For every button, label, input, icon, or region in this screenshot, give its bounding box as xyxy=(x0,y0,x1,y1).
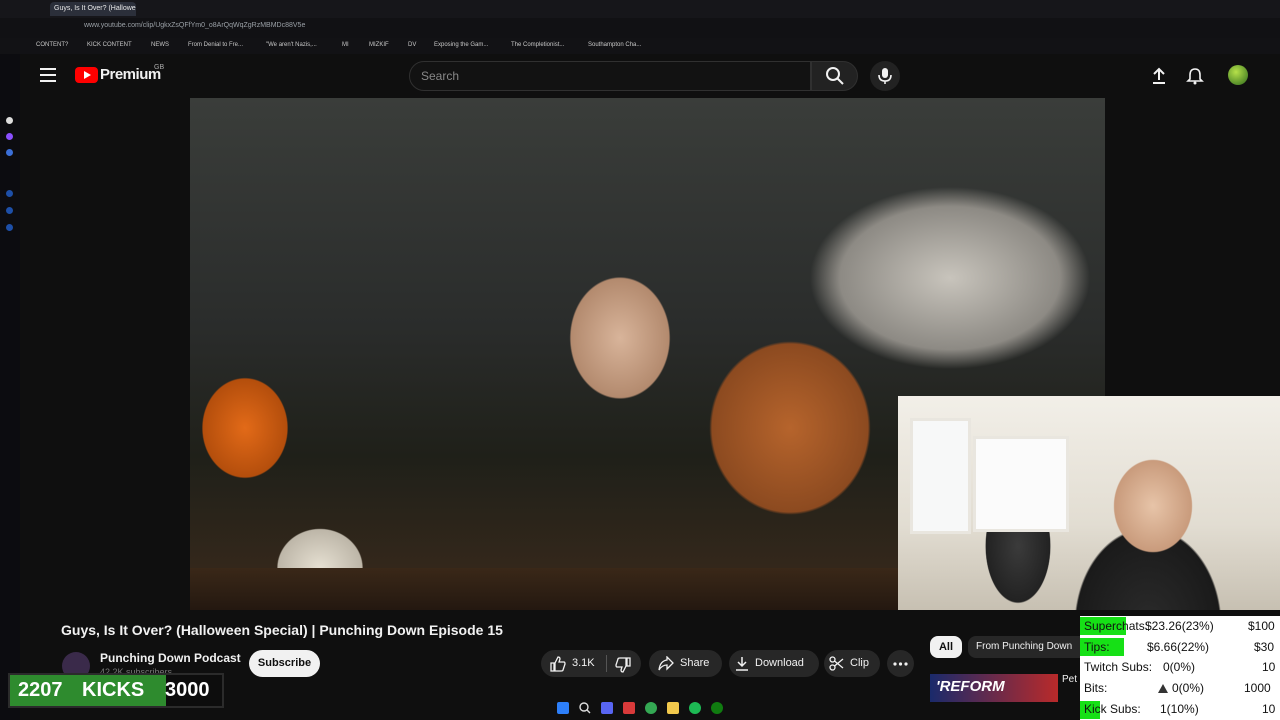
spotify-icon[interactable] xyxy=(689,702,701,714)
browser-sidebar xyxy=(0,0,20,720)
like-divider xyxy=(606,655,607,672)
video-title: Guys, Is It Over? (Halloween Special) | … xyxy=(61,622,503,638)
sidebar-app-icon[interactable] xyxy=(6,133,13,140)
stat-value: $23.26(23%) xyxy=(1145,619,1214,633)
webcam-window xyxy=(910,418,971,534)
recommended-video-title[interactable]: Pet xyxy=(1062,674,1077,685)
bookmark-item[interactable]: MI xyxy=(342,42,349,48)
clip-label: Clip xyxy=(850,657,869,669)
logo-text[interactable]: Premium xyxy=(100,66,161,83)
kicks-label: KICKS xyxy=(82,679,145,701)
share-label: Share xyxy=(680,657,710,669)
stat-label: Twitch Subs: xyxy=(1084,660,1153,674)
account-avatar[interactable] xyxy=(1228,65,1248,85)
download-button[interactable]: Download xyxy=(729,650,819,677)
chip-all[interactable]: All xyxy=(930,636,962,658)
search-input[interactable]: Search xyxy=(409,61,811,91)
bookmark-item[interactable]: Southampton Cha... xyxy=(588,42,641,48)
clip-button[interactable]: Clip xyxy=(824,650,880,677)
more-horizontal-icon xyxy=(893,662,908,666)
stat-label: Superchats: xyxy=(1084,619,1149,633)
logo-region: GB xyxy=(154,64,165,71)
xbox-icon[interactable] xyxy=(711,702,723,714)
search-icon xyxy=(826,67,844,85)
more-actions-button[interactable] xyxy=(887,650,914,677)
sidebar-app-icon[interactable] xyxy=(6,224,13,231)
stat-goal: 10 xyxy=(1262,702,1276,716)
scissors-icon xyxy=(829,656,844,671)
subscribe-button[interactable]: Subscribe xyxy=(249,650,320,677)
bookmark-item[interactable]: CONTENT? xyxy=(36,42,68,48)
stat-goal: 10 xyxy=(1262,660,1276,674)
bookmark-item[interactable]: DV xyxy=(408,42,416,48)
webcam-overlay xyxy=(898,396,1280,610)
bookmark-item[interactable]: Exposing the Gam... xyxy=(434,42,488,48)
chip-from-channel[interactable]: From Punching Down xyxy=(968,636,1088,658)
download-icon xyxy=(736,657,748,671)
opera-icon[interactable] xyxy=(623,702,635,714)
bookmark-item[interactable]: MIZKIF xyxy=(369,42,389,48)
stat-value: 1(10%) xyxy=(1160,702,1199,716)
browser-tab-active[interactable]: Guys, Is It Over? (Hallowe xyxy=(50,2,136,16)
share-icon xyxy=(658,656,674,671)
thumbs-up-icon[interactable] xyxy=(550,656,566,672)
voice-search-button[interactable] xyxy=(870,61,900,91)
stat-goal: $30 xyxy=(1254,640,1275,654)
sidebar-app-icon[interactable] xyxy=(6,117,13,124)
bookmark-item[interactable]: The Completionist... xyxy=(511,42,564,48)
like-count[interactable]: 3.1K xyxy=(572,657,595,669)
hamburger-menu-icon[interactable] xyxy=(40,68,56,82)
bookmark-item[interactable]: "We aren't Nazis,... xyxy=(266,42,317,48)
triangle-icon xyxy=(1158,684,1168,693)
bookmark-item[interactable]: NEWS xyxy=(151,42,169,48)
discord-icon[interactable] xyxy=(601,702,613,714)
stat-value: $6.66(22%) xyxy=(1147,640,1210,654)
stat-label: Tips: xyxy=(1084,640,1110,654)
stat-label: Kick Subs: xyxy=(1084,702,1141,716)
sidebar-messenger-icon[interactable] xyxy=(6,149,13,156)
channel-name[interactable]: Punching Down Podcast xyxy=(100,651,241,665)
bookmark-item[interactable]: From Denial to Fre... xyxy=(188,42,243,48)
file-explorer-icon[interactable] xyxy=(667,702,679,714)
chrome-icon[interactable] xyxy=(645,702,657,714)
taskbar-search-icon[interactable] xyxy=(579,702,591,714)
stat-value: 0(0%) xyxy=(1163,660,1196,674)
stat-label: Bits: xyxy=(1084,681,1108,695)
share-button[interactable]: Share xyxy=(649,650,722,677)
download-label: Download xyxy=(755,657,804,669)
youtube-logo-icon[interactable] xyxy=(75,67,98,83)
stat-goal: 1000 xyxy=(1244,681,1271,695)
microphone-icon xyxy=(878,68,892,84)
thumbnail-text: 'REFORM xyxy=(936,678,1005,695)
sidebar-app-icon[interactable] xyxy=(6,207,13,214)
stat-goal: $100 xyxy=(1248,619,1275,633)
notifications-bell-icon[interactable] xyxy=(1186,67,1204,85)
kicks-current: 2207 xyxy=(18,679,63,701)
url-text[interactable]: www.youtube.com/clip/UgkxZsQFfYm0_o8ArQq… xyxy=(84,22,305,29)
upload-icon[interactable] xyxy=(1150,67,1168,85)
webcam-window xyxy=(973,436,1069,532)
tab-strip xyxy=(0,0,1280,18)
sidebar-app-icon[interactable] xyxy=(6,190,13,197)
kicks-goal: 3000 xyxy=(165,679,210,701)
windows-start-icon[interactable] xyxy=(557,702,569,714)
stat-value: 0(0%) xyxy=(1172,681,1205,695)
search-button[interactable] xyxy=(811,61,858,91)
bookmark-item[interactable]: KICK CONTENT xyxy=(87,42,132,48)
thumbs-down-icon[interactable] xyxy=(615,657,631,673)
